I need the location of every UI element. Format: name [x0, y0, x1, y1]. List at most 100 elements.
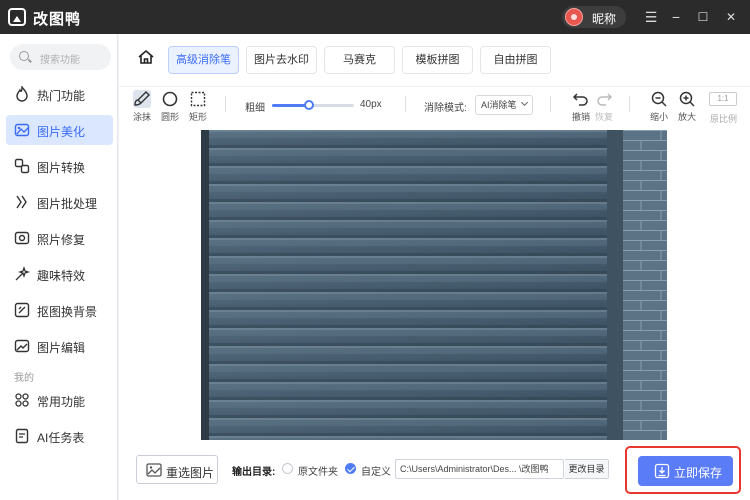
radio-custom-label: 自定义: [361, 467, 391, 478]
tab-advanced-eraser[interactable]: 高级消除笔: [168, 46, 239, 74]
output-path-field[interactable]: C:\Users\Administrator\Des... \改图鸭: [395, 459, 564, 479]
edit-icon: [14, 339, 30, 353]
thickness-value: 40px: [360, 99, 382, 110]
toolbar-separator: [550, 96, 551, 112]
repair-icon: [14, 231, 30, 245]
zoom-in-label: 放大: [677, 112, 696, 122]
avatar: [565, 8, 583, 26]
mode-select[interactable]: AI消除笔: [475, 95, 533, 115]
home-icon[interactable]: [137, 48, 155, 66]
fire-icon: [16, 86, 28, 102]
search-icon: [19, 51, 29, 61]
thickness-slider[interactable]: [272, 100, 354, 110]
batch-icon: [16, 195, 27, 209]
image-icon: [146, 463, 162, 477]
image-beautify-icon: [14, 123, 30, 137]
output-dir-label: 输出目录:: [232, 467, 276, 478]
tool-circle[interactable]: 圆形: [158, 90, 182, 123]
slider-handle[interactable]: [303, 100, 314, 110]
zoom-out-icon: [651, 91, 667, 107]
image-canvas[interactable]: [201, 130, 667, 440]
undo-icon: [572, 93, 588, 106]
task-list-icon: [15, 428, 29, 444]
mode-label: 消除模式:: [424, 103, 467, 114]
thickness-label: 粗细: [245, 103, 265, 114]
title-bar: 改图鸭 昵称 ☰ − ☐ ✕: [0, 0, 750, 34]
sidebar-item-label: 趣味特效: [37, 269, 86, 283]
save-now-button[interactable]: 立即保存: [638, 456, 733, 486]
reselect-label: 重选图片: [166, 466, 215, 480]
search-input[interactable]: 搜索功能: [10, 44, 111, 70]
minimize-button[interactable]: −: [666, 7, 686, 27]
bottom-bar: 重选图片 输出目录: 原文件夹 自定义 C:\Users\Administrat…: [119, 444, 750, 500]
tab-template-collage[interactable]: 模板拼图: [402, 46, 473, 74]
save-highlight-frame: 立即保存: [625, 446, 741, 494]
redo-button[interactable]: 恢复: [592, 90, 616, 123]
chevron-down-icon: [520, 98, 529, 107]
sidebar-item-effects[interactable]: 趣味特效: [6, 259, 113, 289]
maximize-button[interactable]: ☐: [693, 7, 713, 27]
tool-label: 涂抹: [132, 112, 151, 122]
sidebar: 搜索功能 热门功能 图片美化 图片转换 图片批处理 照片修复 趣味特效 抠图换背…: [0, 34, 118, 500]
app-logo-icon: [8, 8, 26, 26]
sidebar-item-convert[interactable]: 图片转换: [6, 151, 113, 181]
toolbar-divider: [119, 86, 750, 87]
sidebar-item-hot[interactable]: 热门功能: [6, 79, 113, 109]
toolbar-separator: [629, 96, 630, 112]
menu-icon[interactable]: ☰: [641, 7, 661, 27]
undo-button[interactable]: 撤销: [569, 90, 593, 123]
search-placeholder: 搜索功能: [40, 55, 80, 66]
tool-smear[interactable]: 涂抹: [130, 90, 154, 123]
zoom-in-button[interactable]: 放大: [675, 90, 699, 123]
tool-rectangle[interactable]: 矩形: [186, 90, 210, 123]
tab-remove-watermark[interactable]: 图片去水印: [246, 46, 317, 74]
zoom-out-button[interactable]: 缩小: [647, 90, 671, 123]
sidebar-item-favorites[interactable]: 常用功能: [6, 385, 113, 415]
sidebar-item-cutout[interactable]: 抠图换背景: [6, 295, 113, 325]
original-ratio-label: 原比例: [710, 114, 738, 124]
user-profile-chip[interactable]: 昵称: [562, 6, 626, 28]
circle-icon: [162, 91, 178, 107]
sidebar-item-repair[interactable]: 照片修复: [6, 223, 113, 253]
convert-icon: [14, 158, 30, 174]
tool-label: 圆形: [160, 112, 179, 122]
main-panel: 高级消除笔 图片去水印 马赛克 模板拼图 自由拼图 涂抹 圆形 矩形 粗细 40…: [119, 34, 750, 500]
sidebar-item-ai-tasks[interactable]: AI任务表: [6, 421, 113, 451]
tab-mosaic[interactable]: 马赛克: [324, 46, 395, 74]
close-button[interactable]: ✕: [721, 7, 741, 27]
sidebar-item-label: 图片批处理: [37, 197, 98, 211]
zoom-out-label: 缩小: [649, 112, 668, 122]
nickname-label: 昵称: [592, 12, 617, 26]
redo-icon: [597, 93, 613, 106]
toolbar-separator: [225, 96, 226, 112]
sidebar-item-beautify[interactable]: 图片美化: [6, 115, 113, 145]
zoom-in-icon: [679, 91, 695, 107]
reselect-image-button[interactable]: 重选图片: [136, 455, 218, 484]
sidebar-item-label: AI任务表: [37, 431, 85, 445]
radio-original-folder[interactable]: [282, 463, 293, 474]
sidebar-item-label: 热门功能: [37, 89, 86, 103]
cutout-icon: [14, 302, 30, 318]
original-ratio-button[interactable]: 1:1: [709, 92, 737, 106]
mode-value: AI消除笔: [481, 100, 517, 110]
tool-label: 矩形: [188, 112, 207, 122]
radio-custom-folder[interactable]: [345, 463, 356, 474]
brush-icon: [133, 90, 151, 108]
undo-label: 撤销: [571, 112, 590, 122]
save-label: 立即保存: [674, 466, 723, 480]
download-icon: [654, 463, 670, 479]
toolbar-separator: [405, 96, 406, 112]
grid-icon: [15, 393, 29, 407]
sidebar-item-label: 图片转换: [37, 161, 86, 175]
sidebar-item-edit[interactable]: 图片编辑: [6, 331, 113, 361]
tab-free-collage[interactable]: 自由拼图: [480, 46, 551, 74]
app-title: 改图鸭: [33, 11, 82, 28]
sidebar-item-label: 照片修复: [37, 233, 86, 247]
rectangle-icon: [190, 91, 206, 107]
change-dir-button[interactable]: 更改目录: [565, 459, 609, 479]
sidebar-item-batch[interactable]: 图片批处理: [6, 187, 113, 217]
sidebar-item-label: 图片美化: [37, 125, 86, 139]
sidebar-item-label: 常用功能: [37, 395, 86, 409]
section-label-mine: 我的: [14, 373, 34, 384]
redo-label: 恢复: [594, 112, 613, 122]
